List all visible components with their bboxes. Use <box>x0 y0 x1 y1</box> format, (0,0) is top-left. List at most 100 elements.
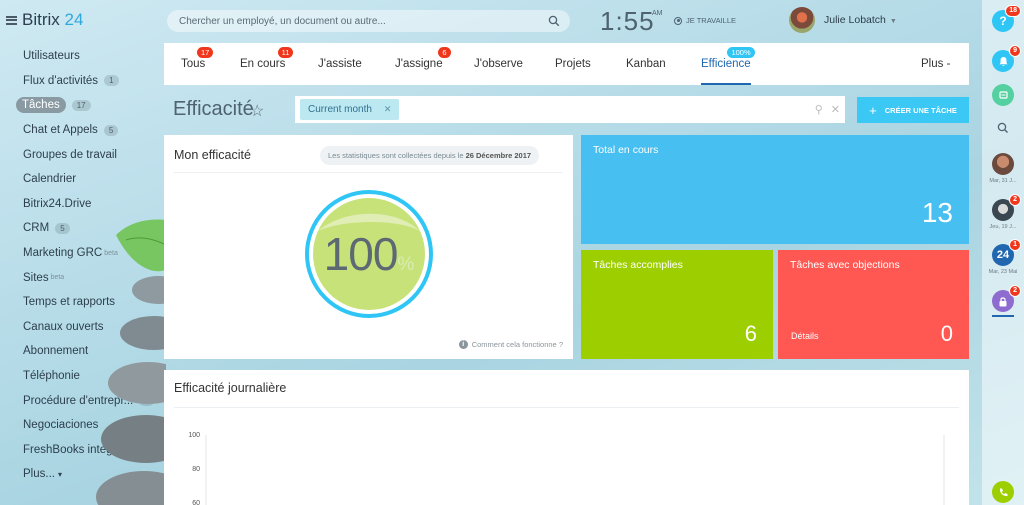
filter-chip[interactable]: Current month ✕ <box>300 99 400 120</box>
sidebar-item-label: Calendrier <box>23 173 77 186</box>
sidebar-item-label: Téléphonie <box>23 370 80 383</box>
sidebar-item[interactable]: Bitrix24.Drive <box>0 192 164 217</box>
menu-icon[interactable] <box>6 15 17 25</box>
daily-title: Efficacité journalière <box>174 381 287 395</box>
tab-7[interactable]: Kanban <box>626 43 666 85</box>
tab-label: Projets <box>555 58 591 70</box>
create-task-button[interactable]: + CRÉER UNE TÂCHE <box>857 97 969 123</box>
tab-label: Kanban <box>626 58 666 70</box>
sidebar-item[interactable]: Téléphonie <box>0 364 164 389</box>
contact-4[interactable]: 2 <box>982 285 1024 317</box>
sidebar-item-counter: 1 <box>139 395 154 407</box>
sidebar-item[interactable]: Chat et Appels 5 <box>0 118 164 143</box>
chat-button[interactable] <box>982 84 1024 106</box>
search-input[interactable] <box>179 15 548 27</box>
tab-1[interactable]: Tous 17 <box>181 43 214 85</box>
user-menu[interactable]: Julie Lobatch ▼ <box>789 7 897 33</box>
bitrix24-icon: 24 1 <box>992 239 1021 266</box>
tab-5[interactable]: J'observe <box>474 43 523 85</box>
rightbar-search-button[interactable] <box>982 117 1024 139</box>
sidebar-item[interactable]: Utilisateurs <box>0 44 164 69</box>
sidebar-item-counter: 1 <box>104 75 119 87</box>
sidebar-item-label: Utilisateurs <box>23 50 80 63</box>
tab-2[interactable]: En cours 11 <box>240 43 294 85</box>
help-icon: ? 18 <box>992 5 1021 32</box>
phone-button[interactable] <box>982 481 1024 503</box>
total-in-progress-card[interactable]: Total en cours 13 <box>581 135 969 244</box>
sidebar-item[interactable]: FreshBooks integration <box>0 438 164 463</box>
divider <box>174 407 959 408</box>
tab-label: J'observe <box>474 58 523 70</box>
sidebar-item-label: Abonnement <box>23 345 89 358</box>
details-link[interactable]: Détails <box>791 331 819 341</box>
contact-2[interactable]: 2 Jeu, 19 J... <box>982 194 1024 230</box>
contact-1[interactable]: Mar, 31 J... <box>982 153 1024 184</box>
clock: 1:55 AM <box>600 6 663 36</box>
logo-text: Bitrix 24 <box>22 10 84 29</box>
sidebar-item-label: Temps et rapports <box>23 296 116 309</box>
tab-label: En cours <box>240 58 286 70</box>
app-logo[interactable]: Bitrix 24 <box>6 10 83 30</box>
beta-tag: beta <box>50 274 65 282</box>
star-icon[interactable]: ☆ <box>250 101 264 121</box>
search-icon[interactable]: ⚲ <box>815 103 823 116</box>
tab-6[interactable]: Projets <box>555 43 591 85</box>
sidebar-item[interactable]: Negociaciones <box>0 413 164 438</box>
sidebar-item[interactable]: CRM 5 <box>0 216 164 241</box>
sidebar-item[interactable]: Abonnement <box>0 339 164 364</box>
filter-chip-label: Current month <box>308 104 372 115</box>
avatar <box>992 153 1014 175</box>
global-search[interactable] <box>167 10 570 32</box>
objections-value: 0 <box>940 321 953 346</box>
sidebar-item-counter: 5 <box>103 124 119 136</box>
phone-icon <box>992 481 1014 503</box>
filter-bar[interactable]: Current month ✕ ⚲ ✕ <box>295 96 845 123</box>
y-tick-label: 100 <box>188 432 200 439</box>
avatar <box>789 7 815 33</box>
tab-8[interactable]: Efficience 100% <box>701 43 755 85</box>
plus-icon: + <box>869 102 877 118</box>
sidebar-item-label: Chat et Appels <box>23 124 98 137</box>
contact-badge: 1 <box>1009 239 1021 251</box>
sidebar-item[interactable]: Sites beta <box>0 265 164 290</box>
sidebar-item[interactable]: Canaux ouverts <box>0 315 164 340</box>
help-button[interactable]: ? 18 <box>982 5 1024 32</box>
active-underline <box>992 315 1014 317</box>
sidebar-item-label: Tâches <box>16 97 66 114</box>
contact-3[interactable]: 24 1 Mar, 23 Mai <box>982 239 1024 275</box>
efficiency-title: Mon efficacité <box>174 148 251 162</box>
objections-label: Tâches avec objections <box>790 259 900 271</box>
y-tick-label: 80 <box>192 466 200 473</box>
tab-9[interactable]: Plus - <box>921 43 950 85</box>
sidebar-item[interactable]: Flux d'activités 1 <box>0 69 164 94</box>
right-sidebar: ? 18 9 Mar, 31 J... 2 Jeu, 19 J... 24 1 … <box>982 0 1024 505</box>
sidebar-item-label: Plus... <box>23 468 55 481</box>
how-it-works-link[interactable]: i Comment cela fonctionne ? <box>458 340 563 349</box>
tab-badge: 17 <box>196 47 214 58</box>
efficiency-card: Mon efficacité Les statistiques sont col… <box>164 135 573 359</box>
y-tick-label: 60 <box>192 500 200 505</box>
sidebar-item[interactable]: Plus... ▾ <box>0 462 164 487</box>
notifications-button[interactable]: 9 <box>982 45 1024 72</box>
close-icon[interactable]: ✕ <box>384 104 392 115</box>
bell-badge: 9 <box>1009 45 1021 57</box>
chat-icon <box>992 84 1014 106</box>
clear-icon[interactable]: ✕ <box>831 103 840 116</box>
objections-card[interactable]: Tâches avec objections Détails 0 <box>778 250 969 359</box>
sidebar-item[interactable]: Groupes de travail <box>0 142 164 167</box>
sidebar-item-label: CRM <box>23 222 50 235</box>
sidebar-item[interactable]: Tâches 17 <box>0 93 164 118</box>
efficiency-value: 100% <box>323 228 415 280</box>
work-status[interactable]: JE TRAVAILLE <box>674 16 736 25</box>
sidebar-item-label: Flux d'activités <box>23 74 99 87</box>
completed-tasks-card[interactable]: Tâches accomplies 6 <box>581 250 773 359</box>
sidebar-item[interactable]: Temps et rapports <box>0 290 164 315</box>
search-icon[interactable] <box>548 15 560 27</box>
tab-3[interactable]: J'assiste <box>318 43 362 85</box>
sidebar-item[interactable]: Calendrier <box>0 167 164 192</box>
tab-4[interactable]: J'assigne 6 <box>395 43 451 85</box>
sidebar-item[interactable]: Marketing GRC beta <box>0 241 164 266</box>
status-icon <box>674 16 682 25</box>
bell-icon: 9 <box>992 45 1021 72</box>
sidebar-item[interactable]: Procédure d'entrepr... 1 <box>0 388 164 413</box>
